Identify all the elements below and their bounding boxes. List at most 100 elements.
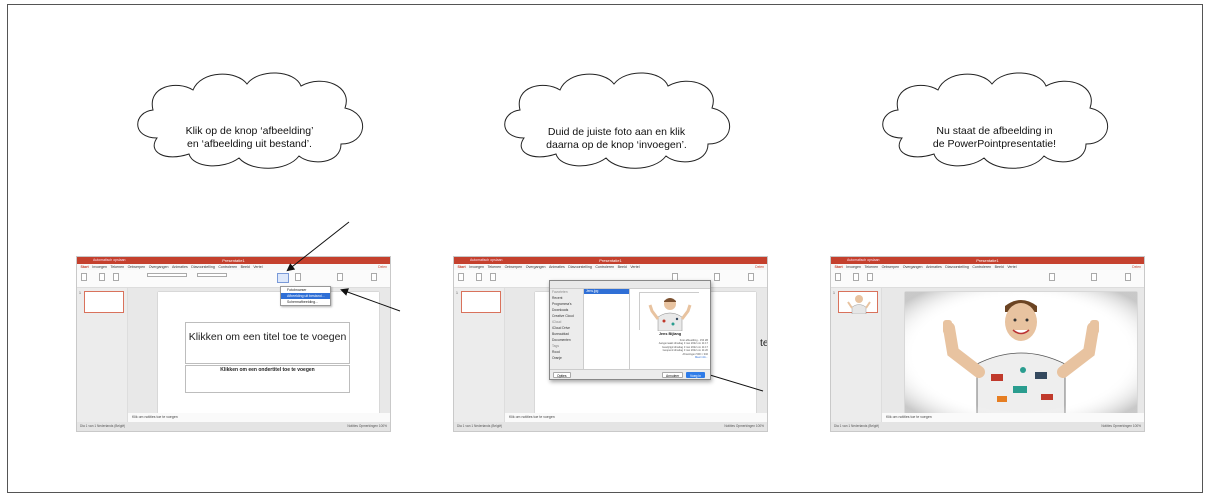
powerpoint-window-2: Automatisch opslaan Presentatie1 Start In… [453,256,768,432]
notes-pane[interactable]: Klik om notities toe te voegen [505,413,767,422]
tab-overgangen[interactable]: Overgangen [149,265,169,269]
tab-ontwerpen[interactable]: Ontwerpen [128,265,146,269]
subtitle-placeholder[interactable]: Klikken om een ondertitel toe te voegen [185,365,350,393]
tab-controleren[interactable]: Controleren [218,265,237,269]
slide-thumbnail[interactable] [838,291,878,315]
slide-panel: 1 [77,288,128,422]
caption-cloud-2: Duid de juiste foto aan en klik daarna o… [494,64,739,174]
options-button[interactable]: Opties [553,372,571,378]
powerpoint-window-1: Automatisch opslaan Presentatie1 Start In… [76,256,391,432]
new-slide-icon[interactable] [853,273,859,281]
selected-file[interactable]: Jens.jpg [584,289,629,294]
shape-icon[interactable] [295,273,301,281]
slide-thumbnail[interactable] [84,291,124,313]
notes-pane[interactable]: Klik om notities toe te voegen [882,413,1144,422]
new-slide-icon[interactable] [476,273,482,281]
paragraph-box[interactable] [197,273,227,277]
slide-thumbnail[interactable] [461,291,501,313]
status-left: Dia 1 van 1 Nederlands (België) [834,424,880,428]
share-button[interactable]: Delen [378,265,387,269]
tab-invoegen[interactable]: Invoegen [469,265,484,269]
tab-tekenen[interactable]: Tekenen [865,265,879,269]
paste-icon[interactable] [81,273,87,281]
status-left: Dia 1 van 1 Nederlands (België) [80,424,126,428]
status-right: Notities Opmerkingen 100% [724,424,764,428]
layout-icon[interactable] [113,273,119,281]
designer-icon[interactable] [337,273,343,281]
window-title: Presentatie1 [976,258,999,263]
slide[interactable] [905,292,1137,417]
tab-animaties[interactable]: Animaties [926,265,942,269]
caption-2-line-1: Duid de juiste foto aan en klik [547,126,686,138]
tab-controleren[interactable]: Controleren [595,265,614,269]
designer-icon[interactable] [714,273,720,281]
title-bar: Automatisch opslaan Presentatie1 [77,257,390,272]
tab-overgangen[interactable]: Overgangen [526,265,546,269]
tab-ontwerpen[interactable]: Ontwerpen [882,265,900,269]
tab-beeld[interactable]: Beeld [241,265,250,269]
tab-controleren[interactable]: Controleren [972,265,991,269]
share-button[interactable]: Delen [1132,265,1141,269]
tab-vertel[interactable]: Vertel [630,265,639,269]
tab-beeld[interactable]: Beeld [618,265,627,269]
shape-icon[interactable] [1049,273,1055,281]
caption-3-line-1: Nu staat de afbeelding in [936,125,1053,137]
powerpoint-window-3: Automatisch opslaan Presentatie1 Start In… [830,256,1145,432]
caption-2-line-2: daarna op de knop ‘invoegen’. [546,139,687,151]
tab-diavoorstelling[interactable]: Diavoorstelling [191,265,215,269]
layout-icon[interactable] [490,273,496,281]
insert-button[interactable]: Voeg in [686,372,705,378]
tab-vertel[interactable]: Vertel [1007,265,1016,269]
tab-tekenen[interactable]: Tekenen [488,265,502,269]
meta-more-info[interactable]: Meer info... [634,356,708,359]
caption-cloud-3: Nu staat de afbeelding in de PowerPointp… [872,64,1117,174]
picture-button[interactable] [277,273,289,283]
ribbon-toolbar [831,270,1144,288]
sidebar-item-orange[interactable]: Oranje [550,355,583,361]
tab-invoegen[interactable]: Invoegen [92,265,107,269]
tab-overgangen[interactable]: Overgangen [903,265,923,269]
slide[interactable]: Klikken om een titel toe te voegen Klikk… [158,292,379,416]
tab-beeld[interactable]: Beeld [995,265,1004,269]
cancel-button[interactable]: Annuleer [662,372,684,378]
caption-1-line-2: en ‘afbeelding uit bestand’. [187,138,312,150]
title-bar: Automatisch opslaan Presentatie1 [831,257,1144,272]
paste-icon[interactable] [835,273,841,281]
tab-ontwerpen[interactable]: Ontwerpen [505,265,523,269]
status-left: Dia 1 van 1 Nederlands (België) [457,424,503,428]
notes-pane[interactable]: Klik om notities toe te voegen [128,413,390,422]
slide-number: 1 [79,291,81,295]
share-button[interactable]: Delen [755,265,764,269]
file-list: Jens.jpg [584,289,630,369]
dialog-toolbar [550,281,710,289]
tab-start[interactable]: Start [458,265,466,269]
title-placeholder-partial: te [760,337,768,349]
tab-invoegen[interactable]: Invoegen [846,265,861,269]
tab-animaties[interactable]: Animaties [172,265,188,269]
tab-vertel[interactable]: Vertel [253,265,262,269]
picture-dropdown-menu: Fotobrowser Afbeelding uit bestand... Sc… [280,286,331,306]
new-slide-icon[interactable] [99,273,105,281]
slide-canvas: Klikken om een titel toe te voegen Klikk… [128,288,390,416]
comments-icon[interactable] [1125,273,1131,281]
title-placeholder[interactable]: Klikken om een titel toe te voegen [185,322,350,364]
tab-start[interactable]: Start [81,265,89,269]
tab-animaties[interactable]: Animaties [549,265,565,269]
font-box[interactable] [147,273,187,277]
ribbon-toolbar [77,270,390,288]
menu-item-screenshot[interactable]: Schermafbeelding... [281,299,330,305]
layout-icon[interactable] [867,273,873,281]
tab-tekenen[interactable]: Tekenen [111,265,125,269]
tab-diavoorstelling[interactable]: Diavoorstelling [568,265,592,269]
tab-start[interactable]: Start [835,265,843,269]
window-title: Presentatie1 [222,258,245,263]
preview-metadata: Foto afbeelding - 154 kB Aangemaakt dins… [634,339,708,359]
status-right: Notities Opmerkingen 100% [1101,424,1141,428]
paste-icon[interactable] [458,273,464,281]
designer-icon[interactable] [1091,273,1097,281]
inserted-photo [905,292,1137,417]
tab-diavoorstelling[interactable]: Diavoorstelling [945,265,969,269]
window-title: Presentatie1 [599,258,622,263]
comments-icon[interactable] [371,273,377,281]
comments-icon[interactable] [748,273,754,281]
